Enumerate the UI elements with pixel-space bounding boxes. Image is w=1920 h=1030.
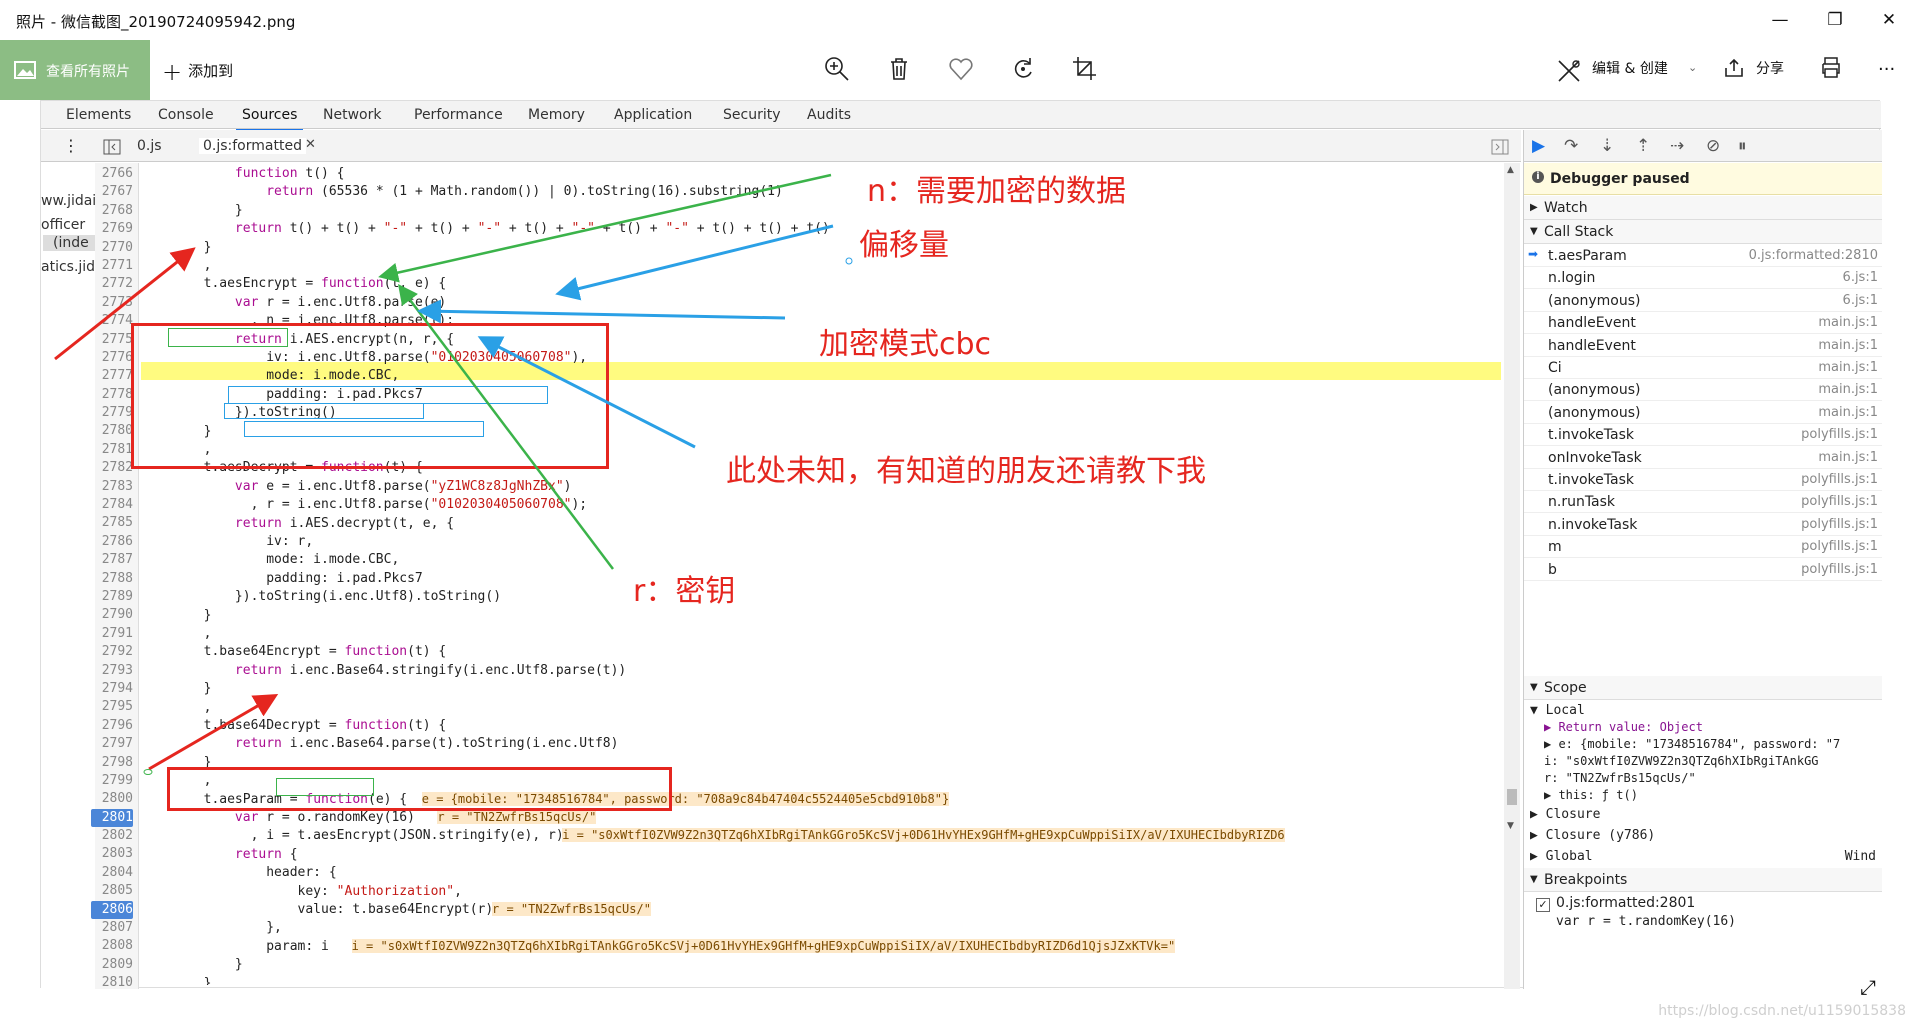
zoom-in-icon[interactable]	[822, 54, 852, 84]
annotation-arrows	[54, 173, 853, 775]
arrow-blue-unknown	[477, 336, 696, 449]
close-button[interactable]: ✕	[1866, 6, 1912, 34]
image-icon	[14, 61, 36, 79]
share-button[interactable]: 分享	[1756, 58, 1784, 78]
arrow-green-n	[378, 173, 832, 283]
arrow-red-bottom	[148, 693, 279, 771]
crop-icon[interactable]	[1070, 54, 1100, 84]
edit-create-button[interactable]: 编辑 & 创建	[1592, 58, 1668, 78]
plus-icon: +	[162, 58, 183, 86]
favorite-icon[interactable]	[946, 54, 976, 84]
all-photos-label: 查看所有照片	[46, 64, 130, 80]
edit-create-icon	[1558, 60, 1580, 82]
rotate-icon[interactable]	[1008, 54, 1038, 84]
photos-toolbar: 查看所有照片 + 添加到 编辑 & 创建 ⌄ 分享 ...	[0, 40, 1920, 100]
title-bar: 照片 - 微信截图_20190724095942.png — ❐ ✕	[0, 0, 1920, 40]
screenshot-image: Elements Console Sources Network Perform…	[40, 100, 1882, 990]
photos-app: { "window": { "title": "照片 - 微信截图_201907…	[0, 0, 1920, 1030]
more-button[interactable]: ...	[1878, 54, 1895, 75]
add-to-label: 添加到	[188, 62, 234, 80]
annotation-dot	[143, 769, 153, 775]
add-to-button[interactable]: + 添加到	[162, 58, 233, 86]
watermark: https://blog.csdn.net/u1159015838	[1658, 1003, 1906, 1019]
window-title: 照片 - 微信截图_20190724095942.png	[16, 13, 296, 31]
all-photos-button[interactable]: 查看所有照片	[0, 40, 150, 100]
arrow-green-r	[397, 284, 614, 570]
minimize-button[interactable]: —	[1757, 6, 1803, 34]
print-icon[interactable]	[1818, 54, 1844, 80]
share-icon	[1725, 58, 1743, 77]
arrow-blue-cbc	[417, 299, 786, 324]
chevron-down-icon: ⌄	[1688, 61, 1698, 74]
annotation-dot	[845, 257, 853, 265]
expand-icon[interactable]: ⤢	[1860, 975, 1876, 999]
arrow-blue-offset	[555, 224, 834, 301]
maximize-button[interactable]: ❐	[1812, 6, 1858, 34]
delete-icon[interactable]	[884, 54, 914, 84]
arrow-red-top	[54, 247, 196, 361]
